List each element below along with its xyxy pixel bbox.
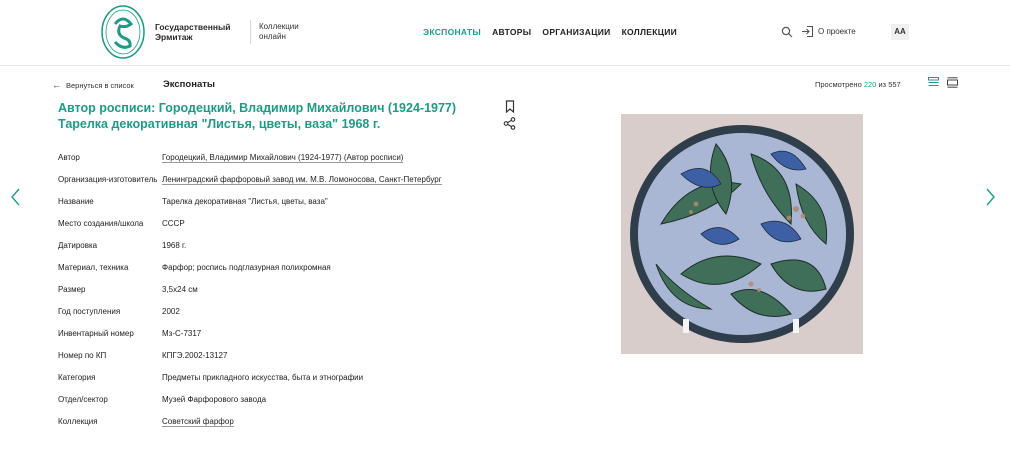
property-row: Отдел/сектор Музей Фарфорового завода (58, 395, 267, 404)
share-icon[interactable] (503, 117, 516, 130)
museum-name[interactable]: Государственный Эрмитаж (155, 22, 231, 42)
font-size-toggle[interactable]: AA (891, 24, 909, 40)
property-row: Организация-изготовитель Ленинградский ф… (58, 175, 442, 185)
nav-collections[interactable]: КОЛЛЕКЦИИ (622, 27, 678, 37)
organization-link[interactable]: Ленинградский фарфоровый завод им. М.В. … (162, 175, 442, 185)
arrow-left-icon: ← (52, 80, 61, 90)
back-to-list-link[interactable]: ← Вернуться в список (52, 80, 134, 90)
main-nav: ЭКСПОНАТЫ АВТОРЫ ОРГАНИЗАЦИИ КОЛЛЕКЦИИ (423, 27, 677, 37)
list-view-icon[interactable] (928, 77, 939, 88)
property-row: Место создания/школа СССР (58, 219, 185, 228)
chevron-right-icon[interactable] (983, 188, 997, 206)
hermitage-logo[interactable] (100, 4, 146, 60)
property-row: Название Тарелка декоративная "Листья, ц… (58, 197, 328, 206)
item-title: Автор росписи: Городецкий, Владимир Миха… (58, 101, 457, 131)
viewed-counter: Просмотрено 220 из 557 (815, 80, 901, 89)
nav-exhibits[interactable]: ЭКСПОНАТЫ (423, 27, 481, 37)
bookmark-icon[interactable] (504, 100, 516, 113)
nav-authors[interactable]: АВТОРЫ (492, 27, 531, 37)
author-link[interactable]: Городецкий, Владимир Михайлович (1924-19… (162, 153, 404, 163)
property-row: Год поступления 2002 (58, 307, 180, 316)
property-row: Размер 3,5х24 см (58, 285, 198, 294)
header-divider (250, 20, 251, 44)
collections-online-label[interactable]: Коллекции онлайн (259, 22, 299, 42)
card-view-icon[interactable] (947, 77, 958, 88)
properties-table: Автор Городецкий, Владимир Михайлович (1… (58, 152, 478, 438)
login-icon[interactable] (801, 25, 814, 38)
section-label: Экспонаты (163, 79, 215, 90)
item-image[interactable] (621, 114, 863, 354)
collection-link[interactable]: Советский фарфор (162, 417, 234, 427)
property-row: Номер по КП КПГЭ.2002-13127 (58, 351, 228, 360)
property-row: Датировка 1968 г. (58, 241, 187, 250)
chevron-left-icon[interactable] (9, 188, 23, 206)
site-header: Государственный Эрмитаж Коллекции онлайн… (0, 0, 1010, 66)
property-row: Инвентарный номер Мз-С-7317 (58, 329, 202, 338)
property-row: Коллекция Советский фарфор (58, 417, 234, 427)
nav-organizations[interactable]: ОРГАНИЗАЦИИ (542, 27, 610, 37)
search-icon[interactable] (781, 26, 793, 38)
plate-illustration (621, 114, 863, 354)
view-switcher (928, 77, 958, 88)
property-row: Категория Предметы прикладного искусства… (58, 373, 364, 382)
property-row: Материал, техника Фарфор; роспись подгла… (58, 263, 331, 272)
about-link[interactable]: О проекте (818, 27, 856, 36)
property-row: Автор Городецкий, Владимир Михайлович (1… (58, 153, 404, 163)
